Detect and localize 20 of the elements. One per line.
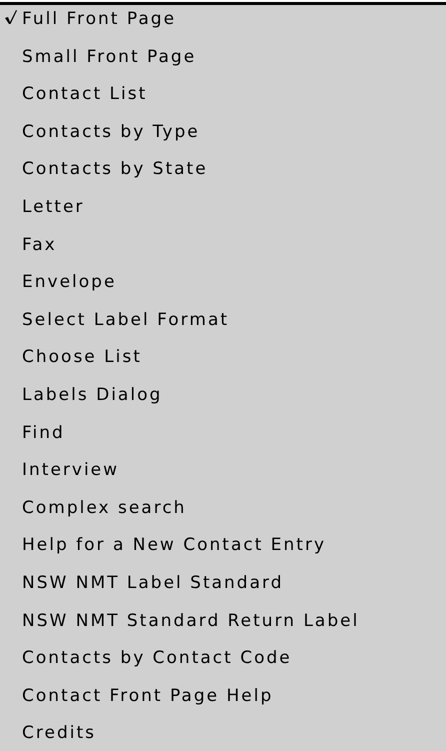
menu-item[interactable]: Contact Front Page Help	[22, 686, 274, 706]
menu-item[interactable]: Fax	[22, 234, 57, 255]
menu-item[interactable]: Interview	[22, 460, 120, 480]
menu-item[interactable]: Select Label Format	[22, 310, 230, 330]
menu-item[interactable]: Letter	[22, 196, 84, 217]
menu-item[interactable]: Complex search	[22, 498, 186, 518]
menu-item[interactable]: Credits	[22, 723, 96, 744]
menu-item[interactable]: Help for a New Contact Entry	[22, 535, 326, 556]
menu-item[interactable]: Contacts by State	[22, 159, 208, 180]
menu-item[interactable]: NSW NMT Standard Return Label	[22, 610, 360, 630]
menu-item[interactable]: Small Front Page	[22, 46, 196, 67]
menu-item[interactable]: Contacts by Type	[22, 122, 200, 142]
menu-item[interactable]: Labels Dialog	[22, 384, 162, 405]
menu-item[interactable]: Full Front Page	[22, 9, 176, 29]
menu-item[interactable]: NSW NMT Label Standard	[22, 572, 284, 593]
menu-item[interactable]: Contact List	[22, 84, 148, 104]
menu-item[interactable]: Envelope	[22, 272, 116, 292]
menu-item[interactable]: Find	[22, 422, 65, 443]
menu-item[interactable]: Choose List	[22, 347, 142, 368]
menu-item[interactable]: Contacts by Contact Code	[22, 648, 292, 668]
